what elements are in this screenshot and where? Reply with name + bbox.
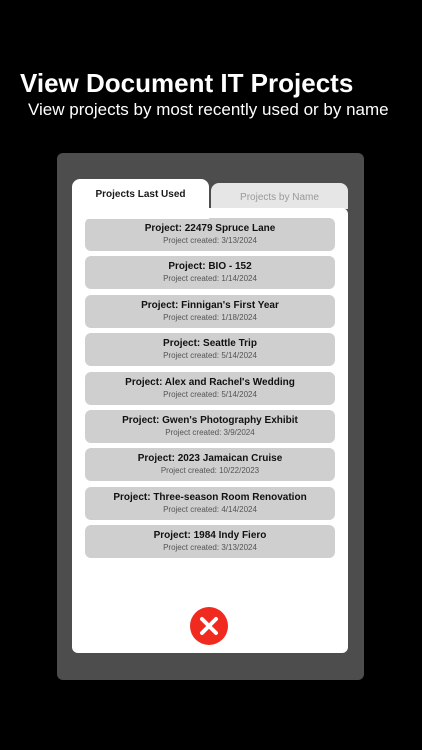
- close-icon: [200, 617, 218, 635]
- project-item[interactable]: Project: BIO - 152 Project created: 1/14…: [85, 256, 335, 290]
- project-title: Project: Seattle Trip: [163, 338, 257, 350]
- page-title: View Document IT Projects: [20, 68, 354, 98]
- project-created-date: Project created: 5/14/2024: [163, 351, 257, 361]
- project-created-date: Project created: 3/13/2024: [163, 543, 257, 553]
- project-created-date: Project created: 3/9/2024: [165, 427, 255, 437]
- project-item[interactable]: Project: 22479 Spruce Lane Project creat…: [85, 218, 335, 251]
- project-title: Project: 1984 Indy Fiero: [153, 530, 267, 542]
- project-created-date: Project created: 5/14/2024: [163, 389, 257, 399]
- project-item[interactable]: Project: 2023 Jamaican Cruise Project cr…: [85, 448, 335, 482]
- project-item[interactable]: Project: Alex and Rachel's Wedding Proje…: [85, 371, 335, 405]
- project-created-date: Project created: 3/13/2024: [163, 236, 257, 245]
- project-title: Project: Three-season Room Renovation: [113, 491, 307, 503]
- device-frame: Projects Last Used Projects by Name Proj…: [57, 153, 364, 680]
- project-item[interactable]: Project: 1984 Indy Fiero Project created…: [85, 525, 335, 559]
- project-title: Project: Alex and Rachel's Wedding: [125, 376, 295, 388]
- project-title: Project: Gwen's Photography Exhibit: [122, 414, 298, 426]
- projects-panel: Project: 22479 Spruce Lane Project creat…: [72, 208, 348, 653]
- project-title: Project: BIO - 152: [168, 261, 252, 273]
- tab-projects-last-used[interactable]: Projects Last Used: [72, 179, 209, 219]
- project-item[interactable]: Project: Three-season Room Renovation Pr…: [85, 486, 335, 520]
- project-item[interactable]: Project: Finnigan's First Year Project c…: [85, 294, 335, 328]
- project-title: Project: Finnigan's First Year: [141, 299, 279, 311]
- project-created-date: Project created: 10/22/2023: [160, 466, 260, 476]
- tab-projects-by-name[interactable]: Projects by Name: [211, 183, 348, 209]
- project-created-date: Project created: 1/14/2024: [163, 274, 257, 284]
- project-item[interactable]: Project: Gwen's Photography Exhibit Proj…: [85, 409, 335, 443]
- project-title: Project: 22479 Spruce Lane: [144, 223, 276, 234]
- project-item[interactable]: Project: Seattle Trip Project created: 5…: [85, 333, 335, 367]
- project-title: Project: 2023 Jamaican Cruise: [137, 453, 283, 465]
- project-created-date: Project created: 4/14/2024: [163, 504, 257, 514]
- page-subtitle: View projects by most recently used or b…: [28, 100, 389, 119]
- close-button[interactable]: [190, 607, 228, 645]
- project-list: Project: 22479 Spruce Lane Project creat…: [85, 218, 335, 564]
- project-created-date: Project created: 1/18/2024: [163, 312, 257, 322]
- screen: View Document IT Projects View projects …: [0, 0, 422, 750]
